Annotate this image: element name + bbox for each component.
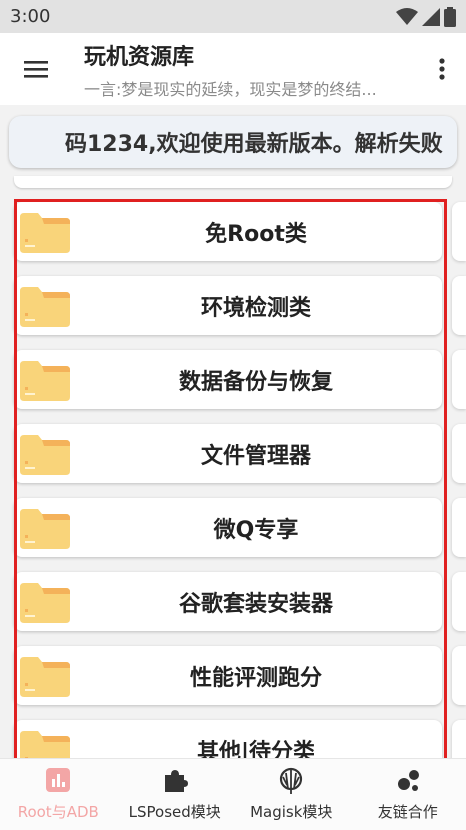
category-label: 性能评测跑分 bbox=[189, 666, 322, 691]
category-list[interactable]: 免Root类 环境检测类 数据备份与恢复 文件管理器 微Q专享 谷歌套装安装器 … bbox=[0, 196, 466, 758]
magisk-icon bbox=[280, 767, 303, 794]
chart-icon bbox=[46, 768, 71, 792]
status-bar: 3:00 bbox=[0, 0, 466, 33]
category-label: 环境检测类 bbox=[200, 296, 311, 321]
signal-icon bbox=[422, 8, 440, 26]
category-label: 数据备份与恢复 bbox=[178, 370, 333, 395]
side-card-edge bbox=[452, 424, 466, 483]
folder-icon bbox=[20, 731, 70, 758]
category-item[interactable]: 数据备份与恢复 bbox=[14, 350, 442, 409]
side-card-edge bbox=[452, 350, 466, 409]
app-bar: 玩机资源库 一言:梦是现实的延续，现实是梦的终结... bbox=[0, 33, 466, 105]
side-card-edge bbox=[452, 572, 466, 631]
category-item[interactable]: 其他|待分类 bbox=[14, 720, 442, 758]
side-card-edge bbox=[452, 276, 466, 335]
nav-magisk[interactable]: Magisk模块 bbox=[233, 759, 350, 830]
category-item[interactable]: 免Root类 bbox=[14, 202, 442, 261]
side-card-edge bbox=[452, 498, 466, 557]
category-label: 其他|待分类 bbox=[196, 740, 316, 758]
nav-lsposed[interactable]: LSPosed模块 bbox=[117, 759, 234, 830]
category-label: 谷歌套装安装器 bbox=[178, 592, 333, 617]
side-card-edge bbox=[452, 646, 466, 705]
nav-label: Root与ADB bbox=[17, 803, 99, 821]
page-subtitle: 一言:梦是现实的延续，现实是梦的终结... bbox=[84, 80, 377, 99]
page-title: 玩机资源库 bbox=[84, 45, 195, 70]
dots-icon bbox=[397, 770, 419, 791]
status-time: 3:00 bbox=[10, 6, 51, 27]
nav-label: 友链合作 bbox=[377, 803, 438, 821]
side-card-edge bbox=[452, 720, 466, 758]
notice-marquee: 码1234,欢迎使用最新版本。解析失败 bbox=[9, 116, 457, 168]
card-edge bbox=[14, 176, 452, 188]
folder-icon bbox=[20, 435, 70, 475]
category-item[interactable]: 微Q专享 bbox=[14, 498, 442, 557]
puzzle-icon bbox=[164, 770, 188, 792]
nav-label: Magisk模块 bbox=[250, 803, 333, 821]
folder-icon bbox=[20, 509, 70, 549]
category-item[interactable]: 环境检测类 bbox=[14, 276, 442, 335]
nav-root-adb[interactable]: Root与ADB bbox=[0, 759, 117, 830]
nav-label: LSPosed模块 bbox=[128, 803, 221, 821]
wifi-icon bbox=[396, 8, 418, 25]
folder-icon bbox=[20, 657, 70, 697]
folder-icon bbox=[20, 287, 70, 327]
category-label: 微Q专享 bbox=[213, 518, 299, 543]
folder-icon bbox=[20, 213, 70, 253]
category-label: 免Root类 bbox=[205, 222, 307, 247]
menu-icon[interactable] bbox=[20, 53, 52, 85]
status-icons bbox=[396, 7, 456, 27]
bottom-nav: Root与ADB LSPosed模块 Magisk模块 友链合作 bbox=[0, 758, 466, 830]
category-item[interactable]: 文件管理器 bbox=[14, 424, 442, 483]
folder-icon bbox=[20, 361, 70, 401]
category-item[interactable]: 谷歌套装安装器 bbox=[14, 572, 442, 631]
category-label: 文件管理器 bbox=[200, 444, 311, 469]
battery-icon bbox=[444, 7, 456, 27]
category-item[interactable]: 性能评测跑分 bbox=[14, 646, 442, 705]
more-options-icon[interactable] bbox=[434, 53, 450, 85]
folder-icon bbox=[20, 583, 70, 623]
nav-friend-links[interactable]: 友链合作 bbox=[350, 759, 466, 830]
notice-text: 码1234,欢迎使用最新版本。解析失败 bbox=[65, 132, 443, 157]
side-card-edge bbox=[452, 202, 466, 261]
